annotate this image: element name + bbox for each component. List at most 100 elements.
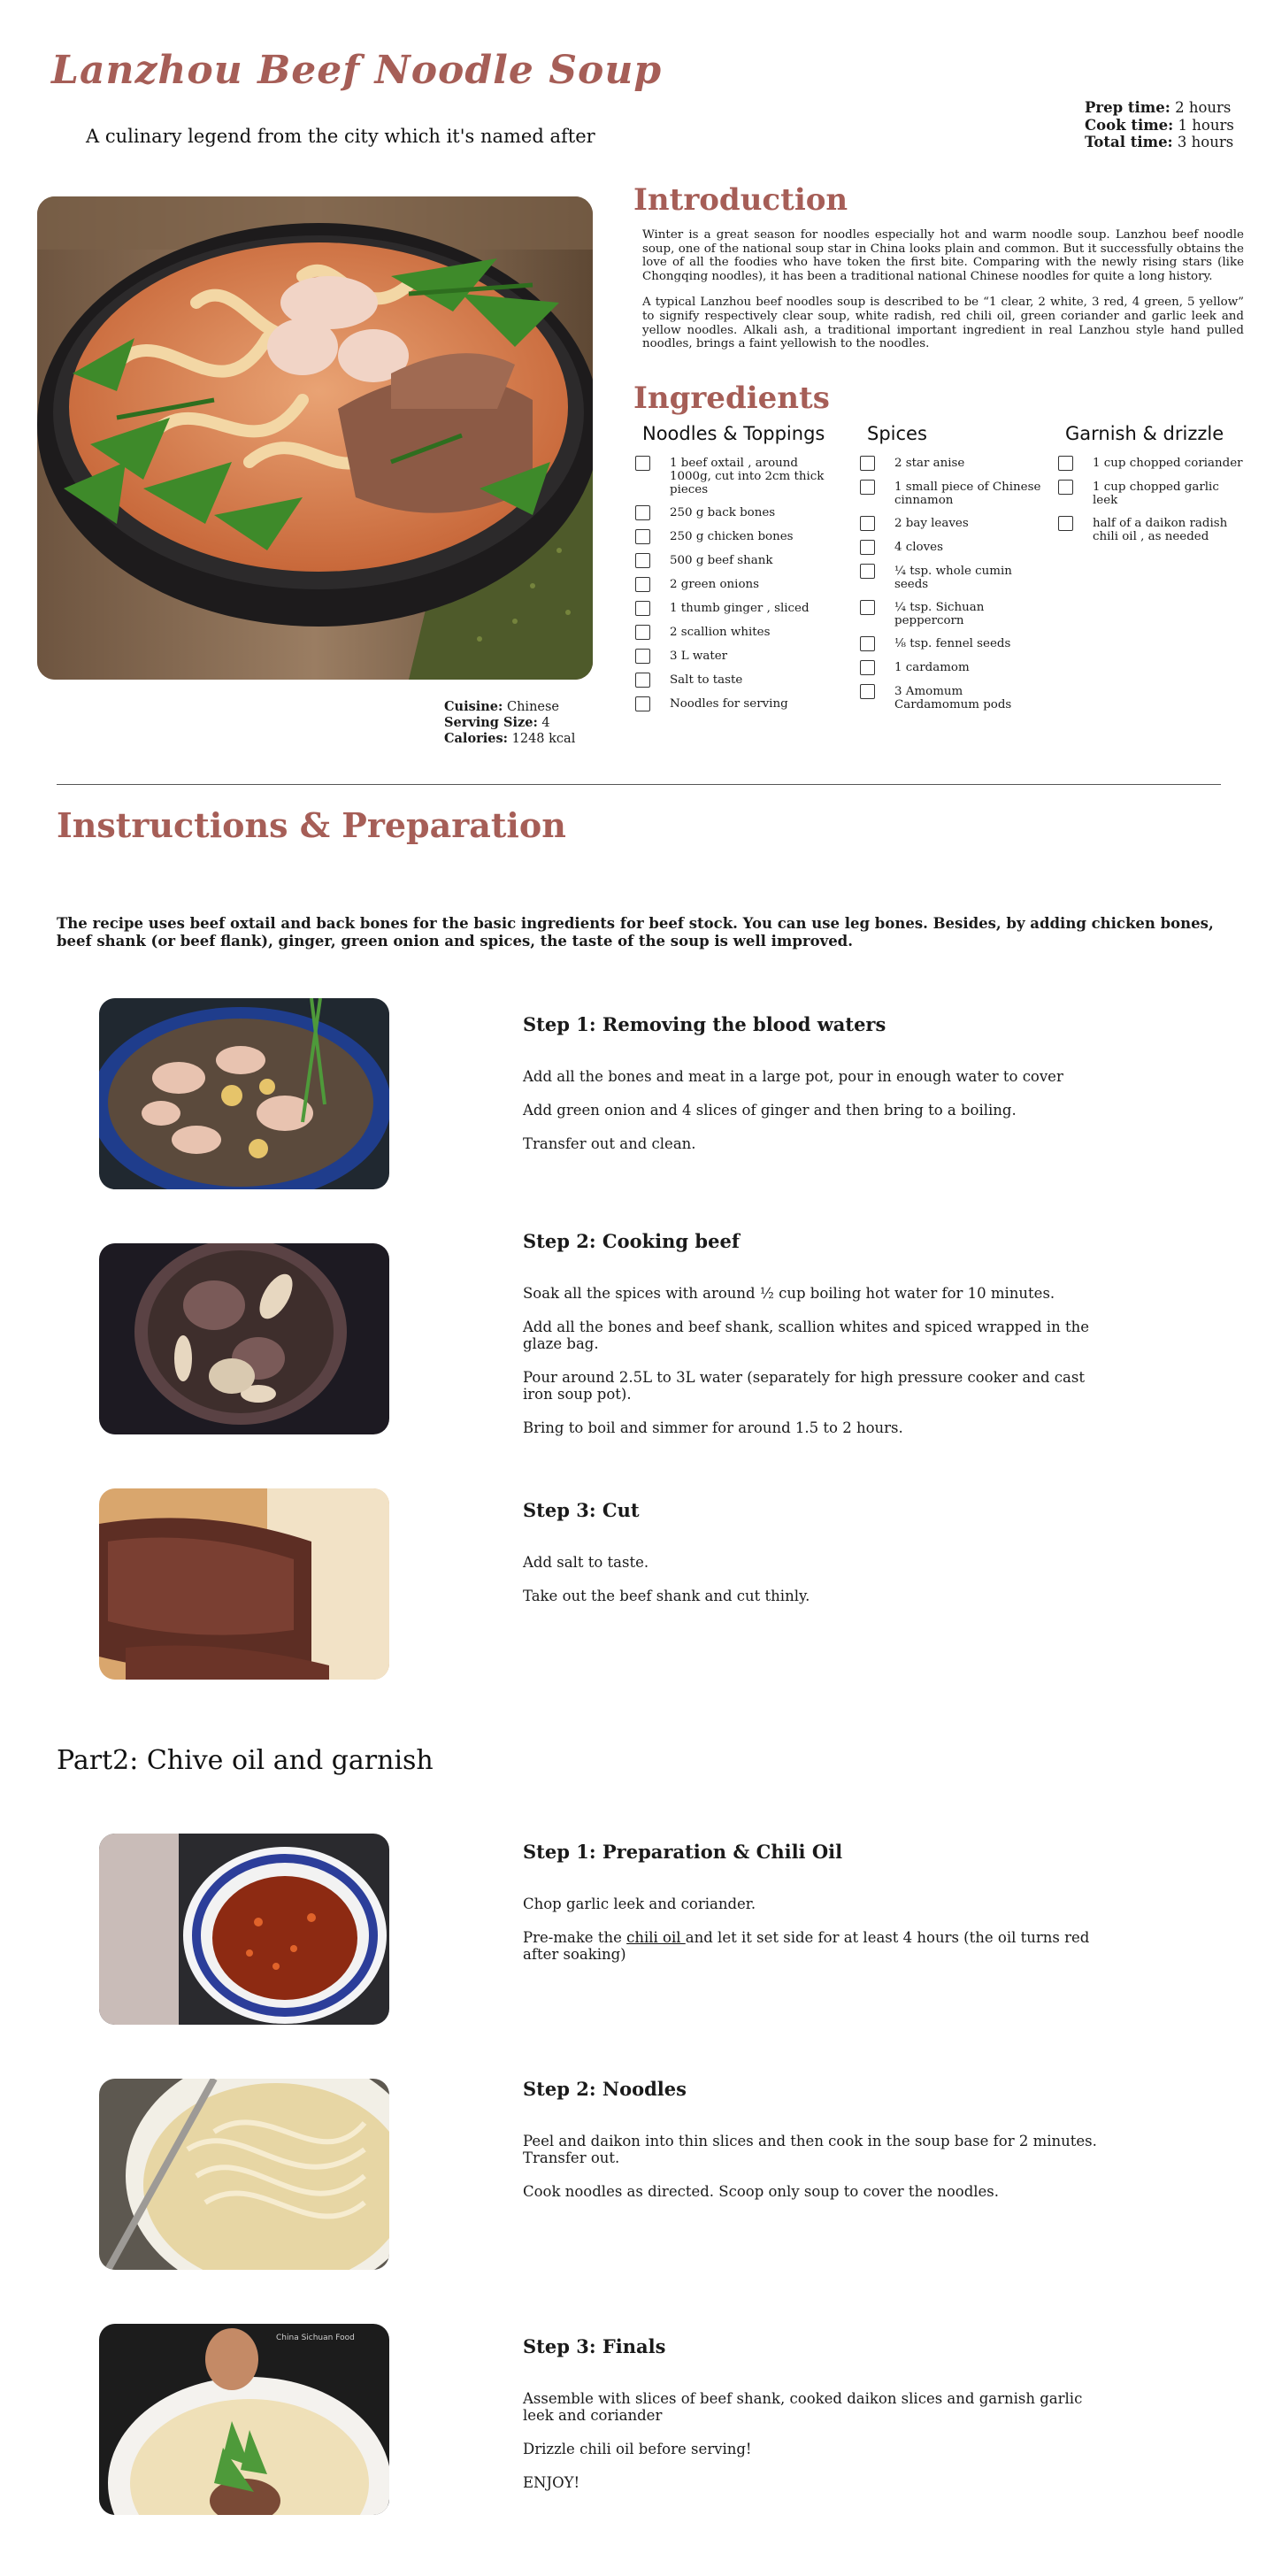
serving-size-label: Serving Size:	[444, 715, 538, 730]
introduction-heading: Introduction	[633, 182, 848, 218]
ingredient-text: 1 small piece of Chinese cinnamon	[894, 481, 1041, 507]
step-photo-chili-oil	[99, 1834, 389, 2025]
ingredient-text: ⅛ tsp. fennel seeds	[894, 637, 1011, 650]
total-time-label: Total time:	[1085, 134, 1173, 150]
ingredient-text: 250 g chicken bones	[670, 530, 794, 543]
ingredients-heading: Ingredients	[633, 381, 830, 416]
ingredient-column-garnish: Garnish & drizzle 1 cup chopped coriande…	[1058, 423, 1244, 553]
ingredient-item: 250 g back bones	[635, 505, 839, 520]
ingredient-text: 1 thumb ginger , sliced	[670, 602, 810, 615]
section-divider	[57, 784, 1221, 785]
step-line: Take out the beef shank and cut thinly.	[523, 1588, 810, 1604]
chili-oil-link[interactable]: chili oil	[626, 1929, 686, 1946]
instructions-heading: Instructions & Preparation	[57, 805, 566, 845]
ingredient-checkbox[interactable]	[860, 480, 875, 495]
prep-time-value: 2 hours	[1175, 99, 1232, 116]
ingredient-checkbox[interactable]	[635, 625, 650, 640]
hero-photo-noodle-soup	[37, 196, 593, 680]
ingredient-item: 2 green onions	[635, 577, 839, 592]
step-line: Drizzle chili oil before serving!	[523, 2441, 752, 2457]
ingredient-item: 1 cardamom	[860, 660, 1046, 675]
step-line: Pour around 2.5L to 3L water (separately…	[523, 1369, 1085, 1403]
ingredient-checkbox[interactable]	[635, 601, 650, 616]
ingredient-text: Salt to taste	[670, 673, 743, 687]
ingredient-item: 1 small piece of Chinese cinnamon	[860, 480, 1046, 507]
calories-value: 1248 kcal	[511, 732, 576, 746]
ingredient-checkbox[interactable]	[635, 456, 650, 471]
ingredient-checkbox[interactable]	[860, 684, 875, 699]
part2-heading: Part2: Chive oil and garnish	[57, 1745, 434, 1776]
ingredient-checkbox[interactable]	[860, 600, 875, 615]
step-title: Step 1: Preparation & Chili Oil	[523, 1841, 843, 1863]
ingredient-checkbox[interactable]	[635, 696, 650, 711]
ingredient-item: 3 Amomum Cardamomum pods	[860, 684, 1046, 711]
cook-time-value: 1 hours	[1178, 116, 1234, 134]
step-line: Pre-make the chili oil and let it set si…	[523, 1929, 1098, 1963]
ingredient-checkbox[interactable]	[860, 564, 875, 579]
serving-size-value: 4	[541, 716, 550, 730]
part1-step-1: Step 1: Removing the blood waters Add al…	[523, 1015, 1098, 1169]
ingredient-column-title: Garnish & drizzle	[1065, 423, 1224, 444]
ingredient-item: ¼ tsp. whole cumin seeds	[860, 564, 1046, 591]
ingredient-checkbox[interactable]	[635, 505, 650, 520]
ingredient-checkbox[interactable]	[1058, 516, 1073, 531]
step-title: Step 2: Noodles	[523, 2078, 687, 2100]
ingredient-text: 1 beef oxtail , around 1000g, cut into 2…	[670, 457, 825, 496]
ingredient-checkbox[interactable]	[635, 577, 650, 592]
step-line: Add all the bones and beef shank, scalli…	[523, 1319, 1089, 1352]
step-photo-boiling-bones	[99, 998, 389, 1189]
part1-step-2: Step 2: Cooking beef Soak all the spices…	[523, 1230, 1098, 1453]
step-line: ENJOY!	[523, 2474, 580, 2491]
cook-time-label: Cook time:	[1085, 116, 1174, 134]
ingredient-column-noodles: Noodles & Toppings 1 beef oxtail , aroun…	[635, 423, 839, 721]
recipe-title: Lanzhou Beef Noodle Soup	[51, 48, 663, 93]
ingredient-checkbox[interactable]	[860, 456, 875, 471]
ingredient-text: 2 green onions	[670, 578, 760, 591]
time-summary: Prep time: 2 hours Cook time: 1 hours To…	[1085, 99, 1234, 151]
ingredient-text: 4 cloves	[894, 541, 943, 554]
ingredient-checkbox[interactable]	[635, 553, 650, 568]
ingredient-checkbox[interactable]	[1058, 480, 1073, 495]
photo-watermark: China Sichuan Food	[276, 2334, 355, 2342]
ingredient-text: half of a daikon radish chili oil , as n…	[1093, 517, 1228, 543]
step-photo-noodles	[99, 2079, 389, 2270]
step-line: Assemble with slices of beef shank, cook…	[523, 2390, 1083, 2424]
ingredient-item: Salt to taste	[635, 673, 839, 688]
ingredient-text: 3 L water	[670, 650, 728, 663]
total-time-value: 3 hours	[1177, 134, 1234, 150]
ingredient-checkbox[interactable]	[860, 636, 875, 651]
part2-step-3: Step 3: Finals Assemble with slices of b…	[523, 2335, 1098, 2508]
recipe-subtitle: A culinary legend from the city which it…	[86, 126, 595, 147]
ingredient-checkbox[interactable]	[635, 673, 650, 688]
recipe-meta: Cuisine: Chinese Serving Size: 4 Calorie…	[444, 699, 575, 747]
ingredient-item: ¼ tsp. Sichuan peppercorn	[860, 600, 1046, 627]
ingredient-text: 3 Amomum Cardamomum pods	[894, 685, 1012, 711]
step-line: Peel and daikon into thin slices and the…	[523, 2133, 1097, 2166]
step-title: Step 3: Cut	[523, 1499, 640, 1521]
ingredient-checkbox[interactable]	[860, 660, 875, 675]
ingredient-item: half of a daikon radish chili oil , as n…	[1058, 516, 1244, 543]
ingredient-checkbox[interactable]	[1058, 456, 1073, 471]
ingredient-text: 2 scallion whites	[670, 626, 771, 639]
ingredient-item: 1 thumb ginger , sliced	[635, 601, 839, 616]
ingredient-checkbox[interactable]	[635, 529, 650, 544]
step-line: Add all the bones and meat in a large po…	[523, 1068, 1063, 1085]
ingredient-item: 2 scallion whites	[635, 625, 839, 640]
step-line: Chop garlic leek and coriander.	[523, 1895, 756, 1912]
step-title: Step 3: Finals	[523, 2335, 666, 2357]
step-line: Add salt to taste.	[523, 1554, 649, 1571]
ingredient-checkbox[interactable]	[860, 540, 875, 555]
ingredient-item: ⅛ tsp. fennel seeds	[860, 636, 1046, 651]
ingredient-checkbox[interactable]	[635, 649, 650, 664]
ingredient-column-title: Noodles & Toppings	[642, 423, 825, 444]
ingredient-checkbox[interactable]	[860, 516, 875, 531]
step-photo-sliced-beef	[99, 1488, 389, 1680]
ingredient-column-spices: Spices 2 star anise 1 small piece of Chin…	[860, 423, 1046, 721]
step-line-text: Pre-make the	[523, 1929, 627, 1946]
ingredient-item: 1 cup chopped coriander	[1058, 456, 1244, 471]
step-title: Step 2: Cooking beef	[523, 1230, 740, 1252]
part1-step-3: Step 3: Cut Add salt to taste. Take out …	[523, 1499, 1098, 1621]
intro-paragraph-1: Winter is a great season for noodles esp…	[642, 228, 1244, 283]
instructions-lead: The recipe uses beef oxtail and back bon…	[57, 915, 1214, 950]
ingredient-column-title: Spices	[867, 423, 927, 444]
